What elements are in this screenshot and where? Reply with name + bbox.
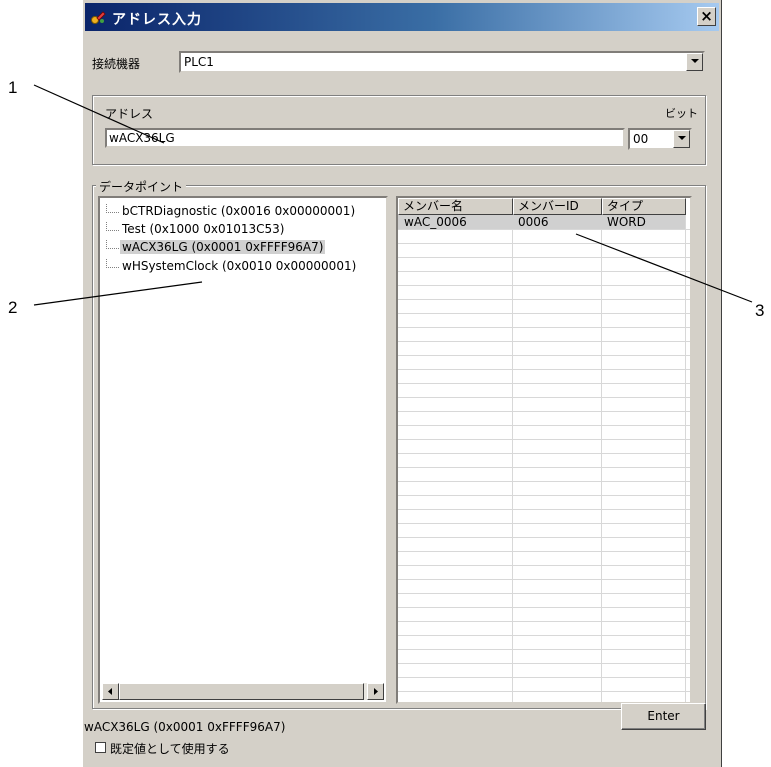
tree-item-selected[interactable]: wACX36LG (0x0001 0xFFFF96A7) [106, 240, 326, 256]
default-checkbox-label: 既定値として使用する [110, 742, 230, 756]
grid-lines [398, 215, 690, 702]
chevron-right-icon [374, 688, 378, 695]
selected-datapoint-status: wACX36LG (0x0001 0xFFFF96A7) [84, 720, 286, 734]
device-combobox[interactable]: PLC1 [179, 51, 705, 73]
bit-value: 00 [633, 132, 649, 146]
chevron-down-icon [691, 59, 699, 63]
datapoint-tree[interactable]: bCTRDiagnostic (0x0016 0x00000001) Test … [98, 196, 388, 704]
address-value: wACX36LG [109, 131, 175, 145]
chevron-down-icon [678, 136, 686, 140]
close-button[interactable]: × [697, 7, 716, 26]
tree-item[interactable]: wHSystemClock (0x0010 0x00000001) [106, 259, 358, 275]
cell-member-name: wAC_0006 [404, 215, 467, 229]
cell-member-id: 0006 [518, 215, 549, 229]
device-dropdown-button[interactable] [686, 53, 703, 71]
tree-item[interactable]: bCTRDiagnostic (0x0016 0x00000001) [106, 204, 357, 220]
address-label: アドレス [105, 107, 154, 121]
device-label: 接続機器 [92, 57, 141, 71]
window-title: アドレス入力 [112, 12, 202, 28]
scroll-right-button[interactable] [367, 683, 384, 700]
bit-dropdown-button[interactable] [673, 130, 690, 148]
cell-type: WORD [607, 215, 646, 229]
members-table[interactable]: メンバー名 メンバーID タイプ wAC_0006 0006 WORD [396, 196, 692, 704]
device-value: PLC1 [184, 55, 214, 69]
column-header-type[interactable]: タイプ [602, 198, 686, 215]
address-input-dialog: アドレス入力 × 接続機器 PLC1 アドレス ビット wACX36LG 00 … [82, 0, 722, 767]
app-icon [91, 11, 106, 24]
scroll-thumb[interactable] [119, 683, 364, 700]
datapoint-group-title: データポイント [96, 178, 187, 195]
title-bar: アドレス入力 × [85, 3, 719, 31]
tree-horizontal-scrollbar[interactable] [102, 683, 384, 700]
address-input[interactable]: wACX36LG [105, 128, 625, 148]
enter-button[interactable]: Enter [621, 703, 706, 730]
chevron-left-icon [108, 688, 112, 695]
scroll-left-button[interactable] [102, 683, 119, 700]
bit-combobox[interactable]: 00 [628, 128, 692, 150]
callout-1: 1 [8, 78, 18, 97]
column-header-member-name[interactable]: メンバー名 [398, 198, 513, 215]
callout-2: 2 [8, 298, 18, 317]
default-checkbox[interactable] [95, 742, 106, 753]
column-header-member-id[interactable]: メンバーID [513, 198, 602, 215]
bit-label: ビット [665, 107, 698, 120]
callout-3: 3 [755, 301, 765, 320]
tree-item[interactable]: Test (0x1000 0x01013C53) [106, 222, 286, 238]
